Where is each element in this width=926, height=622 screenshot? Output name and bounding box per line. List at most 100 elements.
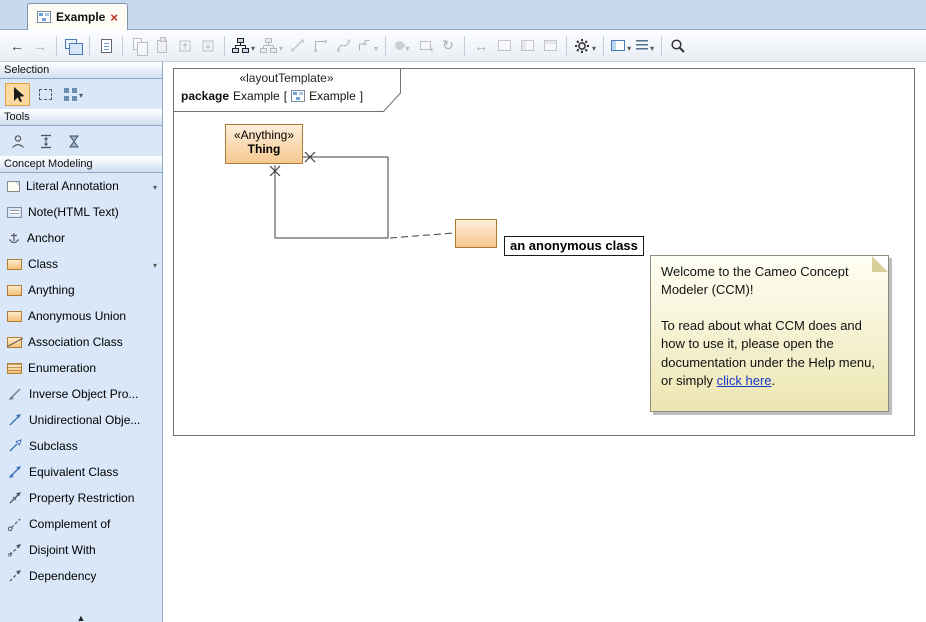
palette-item-property-restriction[interactable]: Property Restriction [0, 485, 162, 511]
toolbar-separator [224, 36, 225, 56]
click-here-link[interactable]: click here [717, 373, 772, 388]
path-style-button[interactable] [355, 34, 380, 58]
distribute-tool-button[interactable] [33, 130, 58, 153]
palette-item-label: Inverse Object Pro... [29, 387, 157, 401]
path-style-icon [357, 38, 372, 53]
palette-item-label: Dependency [29, 569, 157, 583]
toolbar-separator [464, 36, 465, 56]
dropdown-icon[interactable] [625, 38, 631, 54]
hourglass-tool-button[interactable] [61, 130, 86, 153]
palette-item-association-class[interactable]: Association Class [0, 329, 162, 355]
dropdown-icon[interactable] [372, 38, 378, 54]
anonymous-class-shape[interactable] [455, 219, 497, 248]
frame-diagram-name: Example [309, 89, 356, 103]
palette-scroll-up-icon[interactable] [0, 608, 162, 622]
quick-layout-button[interactable] [258, 34, 285, 58]
dropdown-icon[interactable] [648, 38, 654, 54]
toolbar-separator [56, 36, 57, 56]
oblique-path-button[interactable] [286, 34, 308, 58]
palette-item-inverse-object-property[interactable]: Inverse Object Pro... [0, 381, 162, 407]
palette-item-class[interactable]: Class [0, 251, 162, 277]
anonymous-class-label[interactable]: an anonymous class [504, 236, 644, 256]
tree-layout-icon [260, 38, 277, 53]
oblique-path-icon [290, 38, 305, 53]
dropdown-icon[interactable] [249, 38, 255, 54]
palette-item-note-html-text[interactable]: Note(HTML Text) [0, 199, 162, 225]
class-shape-thing[interactable]: «Anything» Thing [225, 124, 303, 164]
layout-window-a-button[interactable] [493, 34, 515, 58]
palette-item-complement-of[interactable]: Complement of [0, 511, 162, 537]
copy-button[interactable] [128, 34, 150, 58]
show-panels-button[interactable] [609, 34, 633, 58]
layout-window-c-button[interactable] [539, 34, 561, 58]
dropdown-icon[interactable] [151, 257, 157, 271]
frame-open-bracket: [ [284, 89, 287, 103]
toolbar-separator [603, 36, 604, 56]
palette-item-literal-annotation[interactable]: Literal Annotation [0, 173, 162, 199]
palette-item-anything[interactable]: Anything [0, 277, 162, 303]
dropdown-icon[interactable] [590, 38, 596, 54]
selection-tool-row [0, 79, 162, 109]
literal-annotation-icon [7, 181, 20, 192]
palette-item-label: Complement of [29, 517, 157, 531]
paste-button[interactable] [151, 34, 173, 58]
note-fold-corner-icon [872, 256, 888, 272]
palette-item-subclass[interactable]: Subclass [0, 433, 162, 459]
specification-button[interactable] [95, 34, 117, 58]
add-shape-button[interactable] [414, 34, 436, 58]
toolbar-separator [566, 36, 567, 56]
palette-section-tools[interactable]: Tools [0, 109, 162, 126]
palette-item-anchor[interactable]: Anchor [0, 225, 162, 251]
diagram-options-button[interactable] [572, 34, 598, 58]
layout-window-b-button[interactable] [516, 34, 538, 58]
layout-button[interactable] [230, 34, 257, 58]
back-button[interactable]: ← [6, 34, 28, 58]
palette-item-label: Subclass [29, 439, 157, 453]
bezier-path-icon [336, 38, 351, 53]
tab-example[interactable]: Example × [27, 3, 128, 30]
make-same-size-button[interactable]: ↔ [470, 34, 492, 58]
palette-item-dependency[interactable]: Dependency [0, 563, 162, 589]
palette-item-equivalent-class[interactable]: Equivalent Class [0, 459, 162, 485]
palette-item-anonymous-union[interactable]: Anonymous Union [0, 303, 162, 329]
grid-select-button[interactable] [61, 83, 86, 106]
pointer-tool-button[interactable] [5, 83, 30, 106]
rectilinear-path-icon [313, 38, 328, 53]
grid-icon [64, 88, 77, 101]
equivalent-class-icon [7, 465, 23, 479]
forward-button[interactable]: → [29, 34, 51, 58]
toolbar-separator [89, 36, 90, 56]
palette-item-label: Class [28, 257, 145, 271]
bring-forward-button[interactable] [174, 34, 196, 58]
refresh-button[interactable]: ↻ [437, 34, 459, 58]
palette-section-concept-modeling[interactable]: Concept Modeling [0, 156, 162, 173]
dropdown-icon[interactable] [277, 38, 283, 54]
anything-icon [7, 285, 22, 296]
dropdown-icon[interactable] [77, 85, 83, 103]
marquee-select-button[interactable] [33, 83, 58, 106]
thing-stereotype: «Anything» [234, 128, 294, 142]
tab-close-icon[interactable]: × [110, 10, 118, 25]
unidirectional-object-property-icon [7, 413, 23, 427]
rectilinear-path-button[interactable] [309, 34, 331, 58]
diagram-canvas[interactable]: «layoutTemplate» package Example [ Examp… [163, 62, 926, 622]
bezier-path-button[interactable] [332, 34, 354, 58]
zoom-button[interactable] [667, 34, 689, 58]
frame-package-name: Example [233, 89, 280, 103]
thing-name: Thing [226, 142, 302, 156]
palette-item-label: Literal Annotation [26, 179, 145, 193]
palette-item-label: Note(HTML Text) [28, 205, 157, 219]
palette-item-label: Disjoint With [29, 543, 157, 557]
legend-button[interactable] [634, 34, 656, 58]
refresh-icon: ↻ [442, 37, 454, 54]
palette-item-unidirectional-object-property[interactable]: Unidirectional Obje... [0, 407, 162, 433]
actor-tool-button[interactable] [5, 130, 30, 153]
send-backward-button[interactable] [197, 34, 219, 58]
palette-item-enumeration[interactable]: Enumeration [0, 355, 162, 381]
dropdown-icon[interactable] [151, 179, 157, 193]
palette-item-disjoint-with[interactable]: d Disjoint With [0, 537, 162, 563]
fill-color-button[interactable] [391, 34, 413, 58]
select-in-containment-tree-button[interactable] [62, 34, 84, 58]
palette-section-selection[interactable]: Selection [0, 62, 162, 79]
welcome-note[interactable]: Welcome to the Cameo Concept Modeler (CC… [650, 255, 889, 412]
